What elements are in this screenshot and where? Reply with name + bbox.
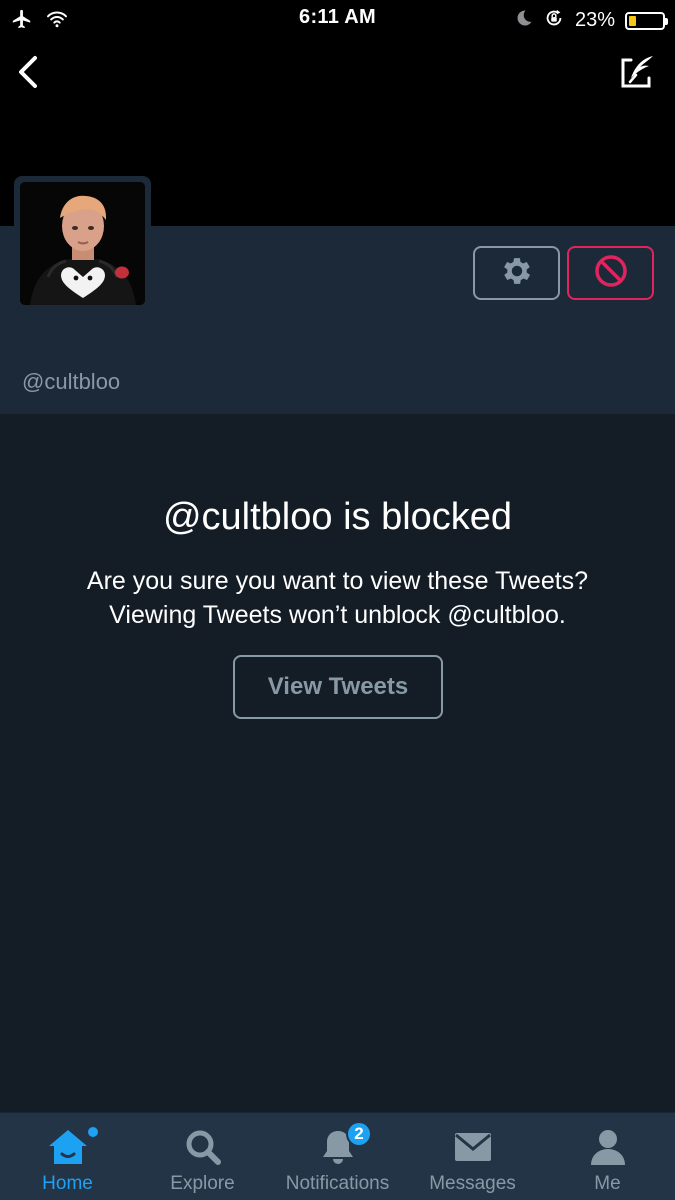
blocked-message: Are you sure you want to view these Twee… [0, 564, 675, 632]
status-right: 23% [515, 7, 668, 34]
compose-button[interactable] [615, 52, 659, 96]
block-icon [593, 253, 629, 294]
person-icon [540, 1127, 675, 1167]
back-button[interactable] [8, 52, 48, 96]
profile-handle: @cultbloo [22, 369, 121, 394]
notifications-badge: 2 [346, 1121, 372, 1147]
compose-quill-icon [617, 52, 657, 97]
tab-explore-label: Explore [170, 1173, 235, 1194]
tab-explore[interactable]: Explore [135, 1113, 270, 1200]
tab-me[interactable]: Me [540, 1113, 675, 1200]
tab-notifications[interactable]: 2 Notifications [270, 1113, 405, 1200]
avatar[interactable] [14, 176, 151, 311]
tab-me-label: Me [594, 1173, 621, 1194]
home-new-dot [88, 1127, 98, 1137]
tab-messages[interactable]: Messages [405, 1113, 540, 1200]
blocked-button[interactable] [567, 246, 654, 300]
tab-home[interactable]: Home [0, 1113, 135, 1200]
battery-icon [625, 11, 668, 30]
settings-button[interactable] [473, 246, 560, 300]
search-icon [135, 1127, 270, 1167]
envelope-icon [405, 1127, 540, 1167]
blocked-message-line-2: Viewing Tweets won’t unblock @cultbloo. [109, 601, 566, 629]
bell-icon [270, 1127, 405, 1167]
tab-home-label: Home [42, 1173, 93, 1194]
gear-icon [499, 253, 535, 294]
status-bar: 6:11 AM 23% [0, 0, 675, 38]
blocked-message-line-1: Are you sure you want to view these Twee… [86, 567, 589, 595]
blocked-notice: @cultbloo is blocked Are you sure you wa… [0, 414, 675, 1112]
moon-icon [515, 8, 533, 33]
home-icon [0, 1127, 135, 1167]
battery-fill [629, 15, 636, 26]
avatar-image [20, 182, 145, 305]
tab-bar: Home Explore 2 Notifications Messages Me [0, 1112, 675, 1200]
chevron-left-icon [16, 54, 40, 95]
battery-percent: 23% [574, 9, 615, 31]
view-tweets-button[interactable]: View Tweets [233, 655, 443, 719]
tab-notifications-label: Notifications [285, 1173, 390, 1194]
rotation-lock-icon [543, 7, 565, 34]
tab-messages-label: Messages [429, 1173, 516, 1194]
blocked-title: @cultbloo is blocked [162, 496, 513, 538]
